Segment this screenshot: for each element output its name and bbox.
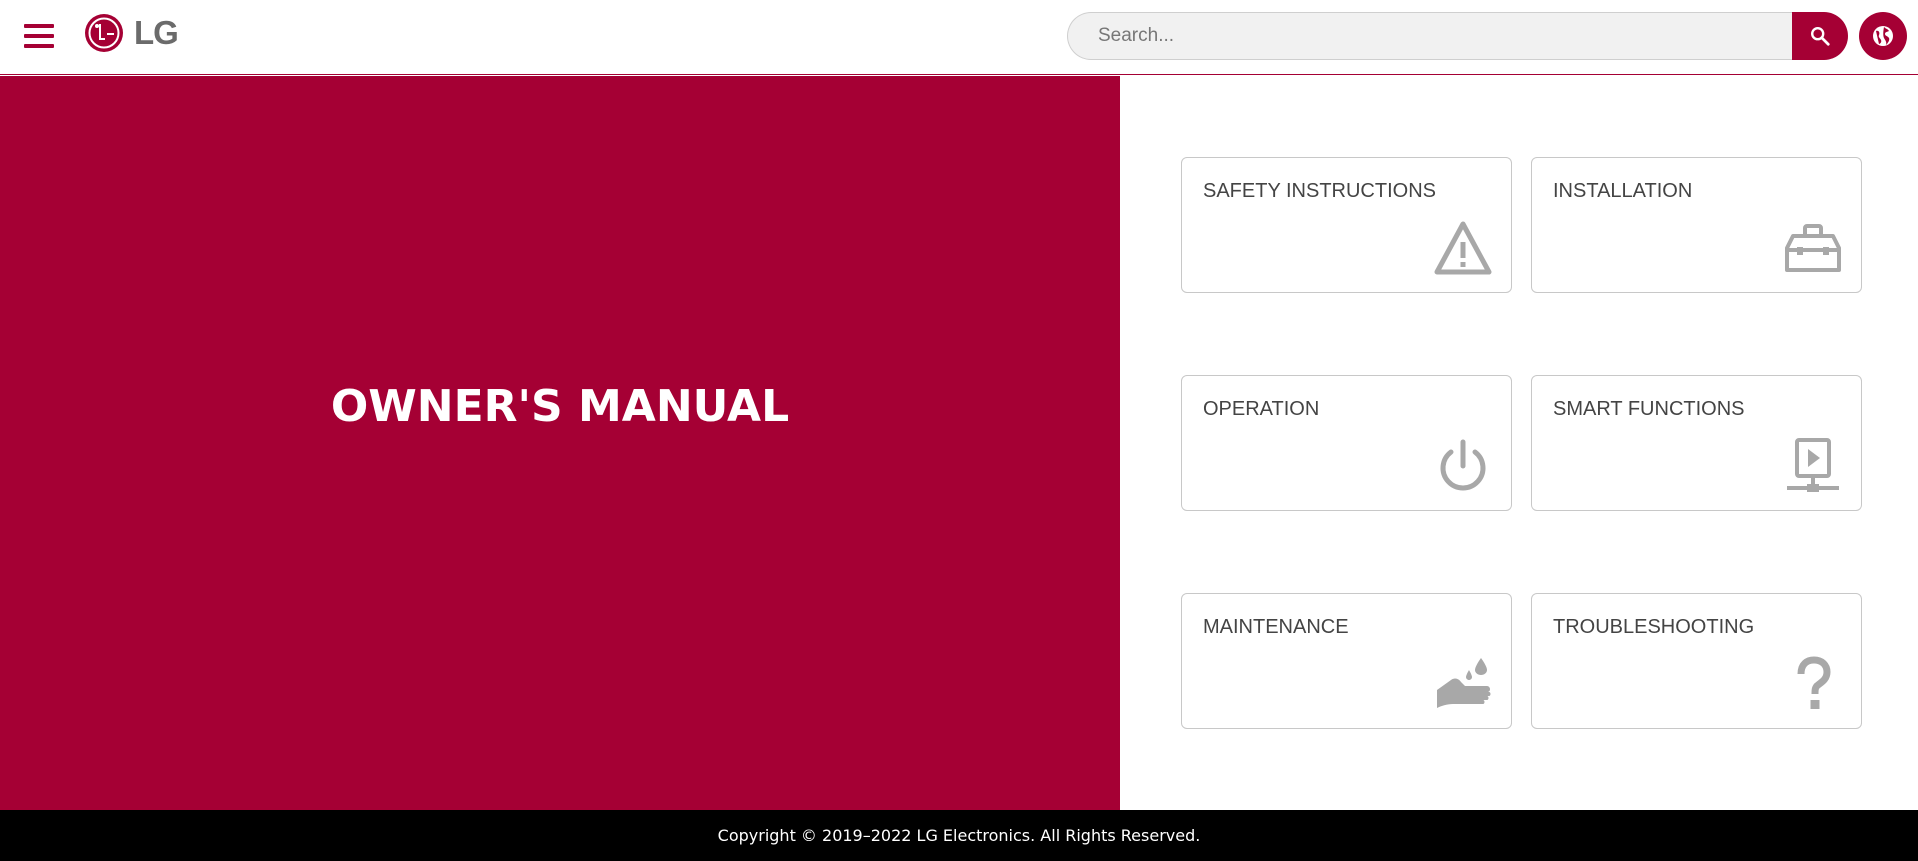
copyright-text: Copyright © 2019–2022 LG Electronics. Al… <box>717 826 1201 845</box>
language-button[interactable] <box>1859 12 1907 60</box>
card-safety-instructions[interactable]: SAFETY INSTRUCTIONS <box>1181 157 1512 293</box>
search-button[interactable] <box>1792 12 1848 60</box>
card-smart-functions[interactable]: SMART FUNCTIONS <box>1531 375 1862 511</box>
network-play-icon <box>1787 438 1839 492</box>
hamburger-menu-button[interactable] <box>22 22 56 50</box>
card-label: MAINTENANCE <box>1203 616 1349 638</box>
search-box <box>1067 12 1799 60</box>
card-label: INSTALLATION <box>1553 180 1693 202</box>
toolbox-icon <box>1785 224 1841 272</box>
card-troubleshooting[interactable]: TROUBLESHOOTING <box>1531 593 1862 729</box>
warning-icon <box>1434 221 1492 275</box>
page-title: OWNER'S MANUAL <box>330 380 790 432</box>
hero-banner: OWNER'S MANUAL <box>0 76 1120 810</box>
card-label: TROUBLESHOOTING <box>1553 616 1755 638</box>
top-header: LG <box>0 0 1918 75</box>
hand-wash-icon <box>1437 658 1491 708</box>
card-label: OPERATION <box>1203 398 1320 420</box>
hamburger-icon <box>24 24 54 28</box>
logo-text: LG <box>134 14 179 51</box>
card-operation[interactable]: OPERATION <box>1181 375 1512 511</box>
card-installation[interactable]: INSTALLATION <box>1531 157 1862 293</box>
question-icon <box>1797 656 1831 709</box>
card-label: SAFETY INSTRUCTIONS <box>1203 180 1436 202</box>
search-icon <box>1811 27 1830 46</box>
globe-icon <box>1873 26 1893 46</box>
power-icon <box>1440 439 1486 491</box>
card-label: SMART FUNCTIONS <box>1553 398 1745 420</box>
card-maintenance[interactable]: MAINTENANCE <box>1181 593 1512 729</box>
footer: Copyright © 2019–2022 LG Electronics. Al… <box>0 810 1918 861</box>
lg-logo[interactable]: LG <box>84 13 179 53</box>
lg-logo-icon <box>85 14 123 52</box>
search-input[interactable] <box>1068 13 1799 59</box>
